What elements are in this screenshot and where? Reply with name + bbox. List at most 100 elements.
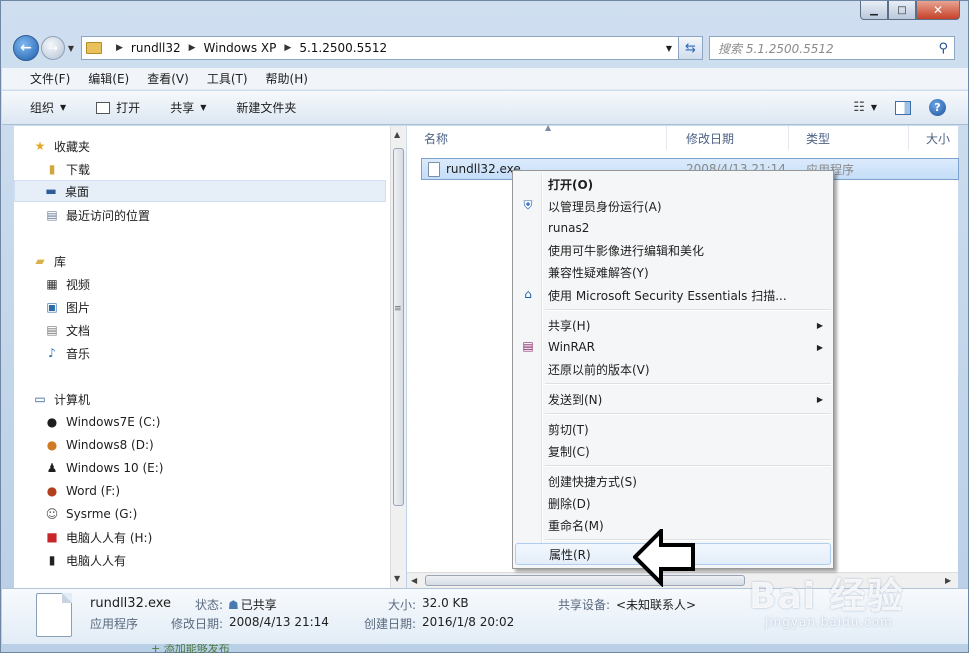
scroll-thumb[interactable] [425, 575, 745, 586]
watermark-sub: jingyan.baidu.com [765, 615, 893, 629]
chevron-right-icon[interactable]: ▶ [284, 43, 291, 53]
pointer-arrow-icon [633, 529, 695, 587]
column-label: 名称 [424, 131, 449, 146]
penguin-icon: ♟ [46, 461, 58, 475]
view-options-icon[interactable]: ☷ [853, 100, 865, 115]
drive-icon: ■ [46, 530, 58, 544]
menu-item-restore[interactable]: 还原以前的版本(V) [515, 358, 831, 380]
breadcrumb-version[interactable]: 5.1.2500.5512 [299, 41, 387, 55]
command-bar: 组织 ▼ 打开 共享 ▼ 新建文件夹 ☷ ▼ ? [2, 91, 968, 125]
search-input[interactable]: 搜索 5.1.2500.5512 ⚲ [709, 36, 955, 60]
column-size[interactable]: 大小 [909, 126, 958, 150]
nav-label: Windows8 (D:) [66, 438, 154, 452]
menu-item-mse-scan[interactable]: ⌂ 使用 Microsoft Security Essentials 扫描... [515, 284, 831, 306]
menu-item-runas2[interactable]: runas2 [515, 217, 831, 239]
nav-music[interactable]: ♪ 音乐 [44, 342, 90, 364]
open-button[interactable]: 打开 [96, 99, 140, 116]
menu-help[interactable]: 帮助(H) [266, 70, 308, 87]
new-folder-button[interactable]: 新建文件夹 [236, 99, 296, 116]
column-name[interactable]: 名称 [407, 126, 667, 150]
desktop-icon: ▬ [45, 184, 57, 198]
menu-item-delete[interactable]: 删除(D) [515, 492, 831, 514]
menu-item-label: 还原以前的版本(V) [548, 362, 650, 377]
menu-tools[interactable]: 工具(T) [207, 70, 248, 87]
maximize-button[interactable]: □ [888, 1, 916, 20]
nav-documents[interactable]: ▤ 文档 [44, 319, 90, 341]
nav-drive-h[interactable]: ■ 电脑人人有 (H:) [44, 526, 152, 548]
menu-item-create-shortcut[interactable]: 创建快捷方式(S) [515, 470, 831, 492]
forward-button[interactable]: → [41, 36, 65, 60]
scroll-up-icon[interactable]: ▲ [394, 130, 400, 139]
search-icon[interactable]: ⚲ [938, 41, 948, 56]
chevron-down-icon[interactable]: ▼ [871, 103, 877, 112]
menu-item-label: 剪切(T) [548, 422, 589, 437]
nav-label: 计算机 [54, 392, 91, 407]
preview-pane-icon[interactable] [895, 100, 911, 115]
details-modified-value: 2008/4/13 21:14 [229, 615, 329, 629]
breadcrumb-windows-xp[interactable]: Windows XP [204, 41, 277, 55]
menu-item-run-as-admin[interactable]: ⛨ 以管理员身份运行(A) [515, 195, 831, 217]
submenu-arrow-icon: ▶ [816, 394, 823, 404]
nav-label: Word (F:) [66, 484, 121, 498]
minimize-button[interactable]: ▁ [860, 1, 888, 20]
details-file-type: 应用程序 [90, 617, 139, 631]
menu-item-compatibility[interactable]: 兼容性疑难解答(Y) [515, 261, 831, 283]
nav-drive-d[interactable]: ● Windows8 (D:) [44, 434, 154, 456]
caption-buttons: ▁ □ ✕ [860, 1, 960, 20]
menu-item-share[interactable]: 共享(H) ▶ [515, 314, 831, 336]
column-modified[interactable]: 修改日期 [669, 126, 789, 150]
nav-favorites[interactable]: ★ 收藏夹 [32, 135, 90, 157]
organize-button[interactable]: 组织 ▼ [30, 99, 66, 116]
menu-item-copy[interactable]: 复制(C) [515, 440, 831, 462]
scroll-down-icon[interactable]: ▼ [394, 574, 400, 583]
back-button[interactable]: ← [13, 35, 39, 61]
breadcrumb-rundll32[interactable]: rundll32 [131, 41, 181, 55]
document-icon: ▤ [46, 323, 58, 337]
help-icon[interactable]: ? [929, 99, 946, 116]
nav-libraries[interactable]: ▰ 库 [32, 250, 66, 272]
details-created-value: 2016/1/8 20:02 [422, 615, 515, 629]
nav-downloads[interactable]: ▮ 下载 [44, 158, 90, 180]
menu-item-cut[interactable]: 剪切(T) [515, 418, 831, 440]
column-type[interactable]: 类型 [789, 126, 909, 150]
nav-desktop[interactable]: ▬ 桌面 [14, 180, 386, 202]
nav-pictures[interactable]: ▣ 图片 [44, 296, 90, 318]
scroll-left-icon[interactable]: ◀ [411, 576, 417, 585]
close-button[interactable]: ✕ [916, 1, 960, 20]
menu-item-edit-image[interactable]: 使用可牛影像进行编辑和美化 [515, 239, 831, 261]
menu-edit[interactable]: 编辑(E) [88, 70, 129, 87]
folder-icon [86, 42, 102, 54]
details-share-value: <未知联系人> [616, 598, 697, 612]
scroll-thumb[interactable] [393, 148, 404, 506]
nav-recent[interactable]: ▤ 最近访问的位置 [44, 204, 150, 226]
refresh-icon: ⇆ [685, 40, 696, 56]
nav-drive-g[interactable]: ☺ Sysrme (G:) [44, 503, 138, 525]
menu-item-label: 兼容性疑难解答(Y) [548, 265, 649, 280]
menu-file[interactable]: 文件(F) [30, 70, 70, 87]
menu-item-send-to[interactable]: 发送到(N) ▶ [515, 388, 831, 410]
arrow-right-icon: → [47, 41, 59, 55]
nav-label: 下载 [66, 162, 91, 177]
menu-view[interactable]: 查看(V) [147, 70, 189, 87]
share-users-icon: ☗ [228, 598, 239, 612]
menu-separator [545, 465, 831, 467]
nav-label: 收藏夹 [54, 139, 91, 154]
navigation-scrollbar[interactable]: ▲ ≡ ▼ [390, 126, 406, 588]
menu-item-winrar[interactable]: ▤ WinRAR ▶ [515, 336, 831, 358]
nav-device[interactable]: ▮ 电脑人人有 [44, 549, 126, 571]
refresh-button[interactable]: ⇆ [679, 36, 703, 60]
address-bar[interactable]: ▶ rundll32 ▶ Windows XP ▶ 5.1.2500.5512 … [81, 36, 679, 60]
nav-drive-c[interactable]: ● Windows7E (C:) [44, 411, 161, 433]
nav-drive-e[interactable]: ♟ Windows 10 (E:) [44, 457, 164, 479]
chevron-right-icon[interactable]: ▶ [189, 43, 196, 53]
chevron-right-icon[interactable]: ▶ [116, 43, 123, 53]
nav-computer[interactable]: ▭ 计算机 [32, 388, 90, 410]
menu-item-label: 属性(R) [549, 547, 591, 562]
details-created-label: 创建日期: [364, 617, 417, 631]
nav-drive-f[interactable]: ● Word (F:) [44, 480, 120, 502]
menu-item-open[interactable]: 打开(O) [515, 173, 831, 195]
nav-videos[interactable]: ▦ 视频 [44, 273, 90, 295]
recent-pages-button[interactable]: ▼ [65, 44, 77, 53]
share-button[interactable]: 共享 ▼ [170, 99, 206, 116]
address-dropdown-icon[interactable]: ▼ [666, 44, 672, 53]
